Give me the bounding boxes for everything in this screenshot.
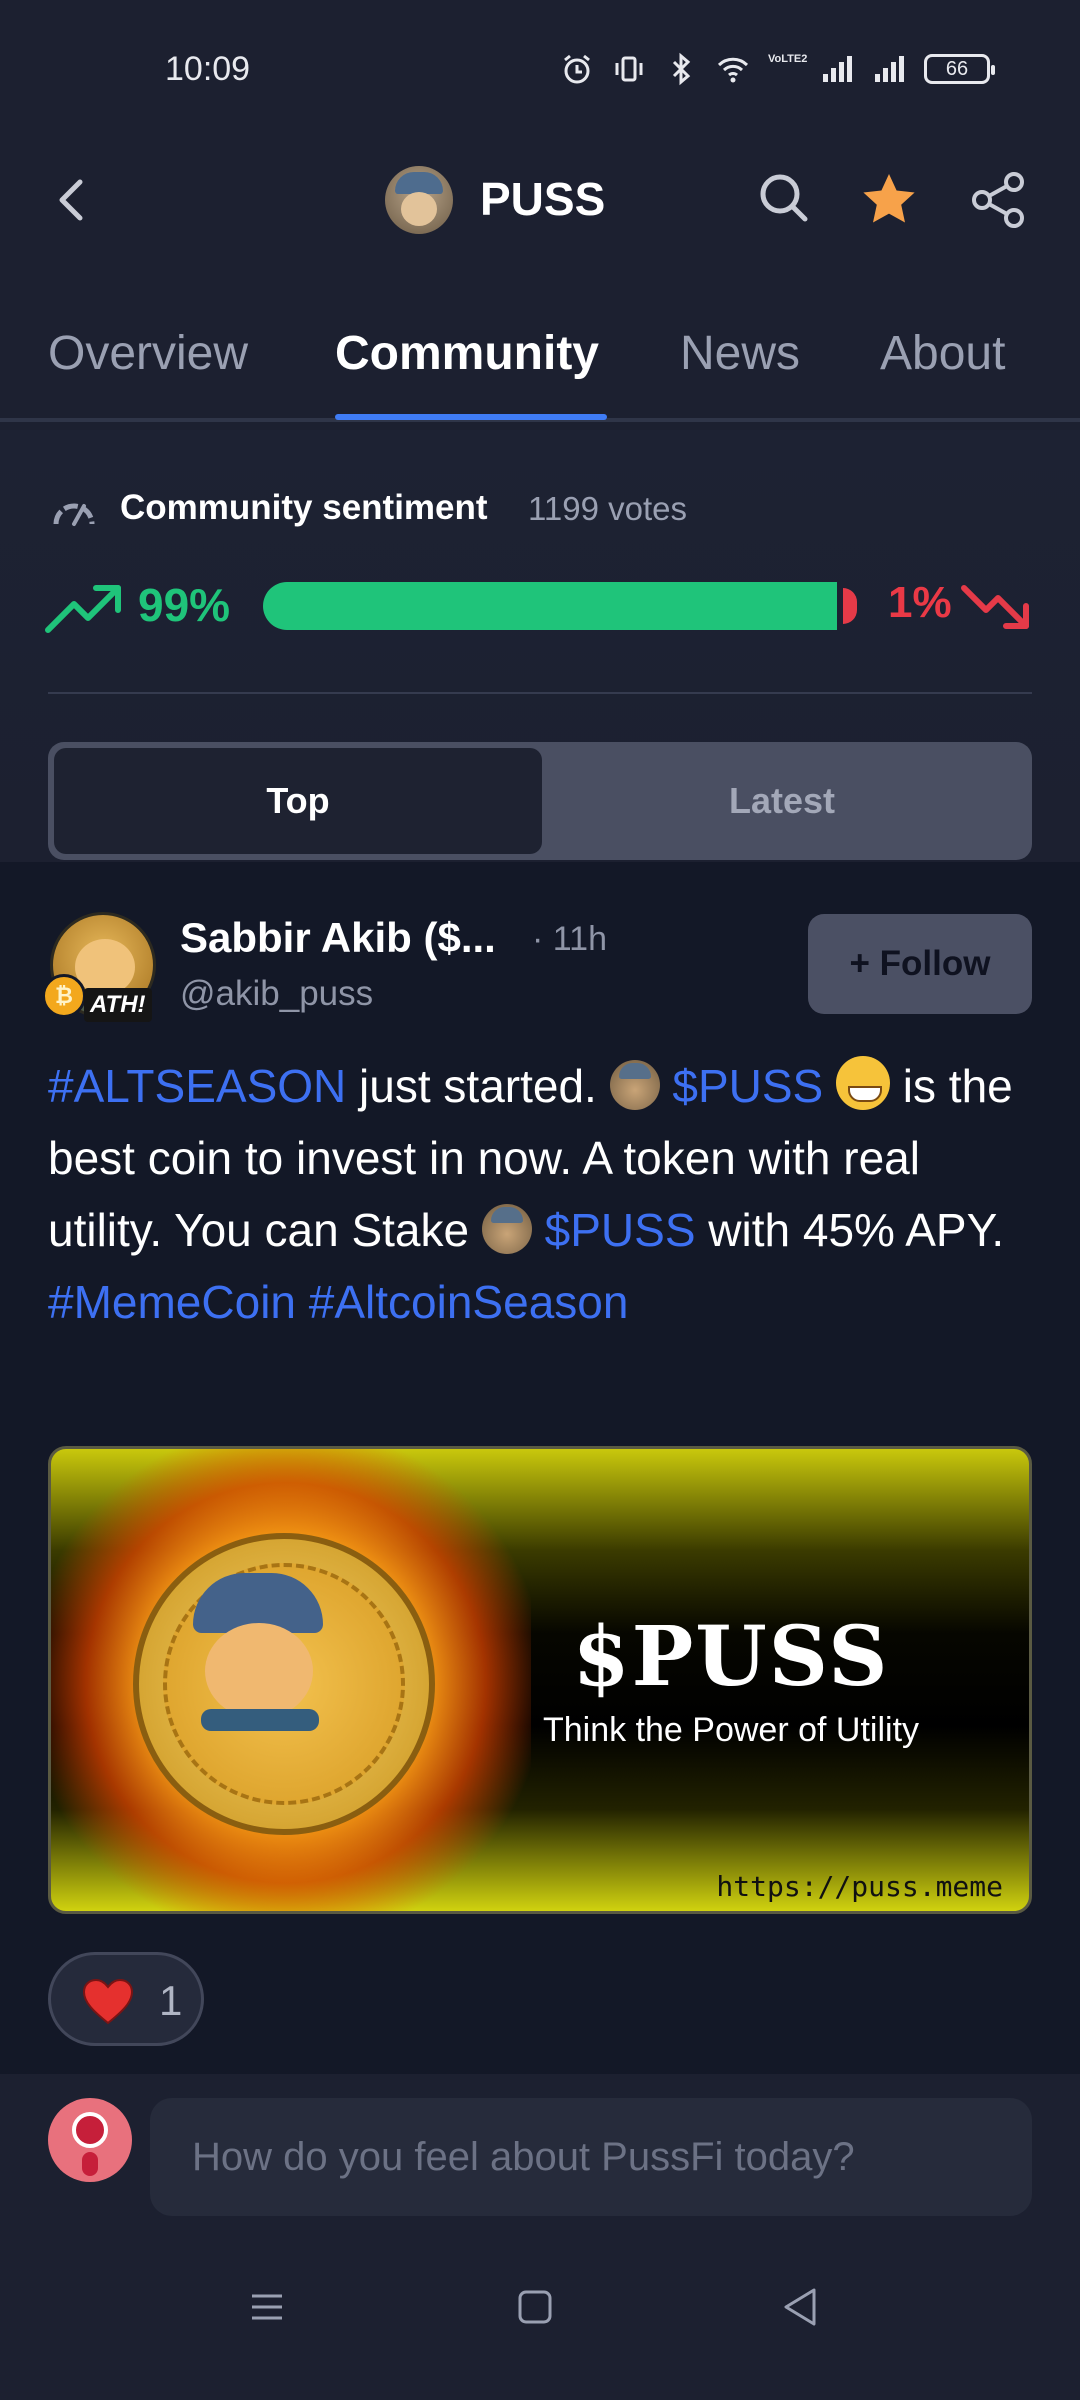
battery-icon: 66 <box>924 54 995 84</box>
status-time: 10:09 <box>165 50 251 88</box>
bluetooth-icon <box>672 52 691 86</box>
tab-about[interactable]: About <box>880 326 1005 381</box>
grinning-cat-emoji-icon <box>836 1056 891 1110</box>
ticker-puss[interactable]: $PUSS <box>672 1060 823 1112</box>
volte-icon: VoLTE2 <box>768 53 808 65</box>
tab-overview[interactable]: Overview <box>48 326 248 381</box>
coin-logo <box>385 166 453 234</box>
status-bar: 10:09 VoLTE2 66 <box>0 0 1080 140</box>
page-title: PUSS <box>480 173 606 225</box>
gauge-icon <box>53 503 95 526</box>
signal-icon <box>823 56 852 82</box>
tab-bar: Overview Community News About <box>0 318 1080 422</box>
author-name[interactable]: Sabbir Akib ($... <box>180 914 496 962</box>
ticker-puss[interactable]: $PUSS <box>545 1204 696 1256</box>
hashtag-altseason[interactable]: #ALTSEASON <box>48 1060 346 1112</box>
feed-toggle: Top Latest <box>48 742 1032 860</box>
post-text-part: just started. <box>346 1060 610 1112</box>
recent-apps-icon[interactable] <box>248 2288 286 2326</box>
puss-token-icon <box>609 1060 660 1110</box>
post-card: ₿ ATH! Sabbir Akib ($... · 11h @akib_pus… <box>0 862 1080 2074</box>
status-icons: VoLTE2 66 <box>560 52 995 86</box>
image-title: $PUSS <box>572 1609 890 1705</box>
bitcoin-badge-icon: ₿ <box>42 974 86 1018</box>
like-count: 1 <box>159 1977 183 2024</box>
image-url: https://puss.meme <box>716 1870 1003 1903</box>
sentiment-bar <box>263 582 863 630</box>
trend-down-icon <box>961 585 1029 629</box>
toggle-top[interactable]: Top <box>54 748 542 854</box>
comment-input[interactable] <box>150 2098 1032 2216</box>
divider <box>48 692 1032 694</box>
hashtag-altcoinseason[interactable]: #AltcoinSeason <box>309 1276 629 1328</box>
follow-button[interactable]: + Follow <box>808 914 1032 1014</box>
vibrate-icon <box>615 56 643 82</box>
trend-up-icon <box>45 585 121 633</box>
post-text: #ALTSEASON just started. $PUSS is the be… <box>48 1050 1038 1338</box>
tab-news[interactable]: News <box>680 326 800 381</box>
bullish-bar <box>263 582 837 630</box>
signal-icon-2 <box>875 56 904 82</box>
post-image[interactable]: $PUSS Think the Power of Utility https:/… <box>48 1446 1032 1914</box>
puss-token-icon <box>481 1204 532 1254</box>
system-nav-bar <box>0 2224 1080 2400</box>
community-sentiment: Community sentiment 1199 votes 99% 1% To… <box>0 430 1080 860</box>
sentiment-votes: 1199 votes <box>528 490 688 527</box>
back-arrow-icon[interactable] <box>48 170 98 230</box>
share-icon[interactable] <box>968 170 1028 230</box>
active-tab-indicator <box>335 414 607 420</box>
bearish-bar <box>843 588 857 624</box>
post-time: · 11h <box>532 920 607 958</box>
ath-badge: ATH! <box>84 988 152 1022</box>
toggle-latest[interactable]: Latest <box>538 748 1026 854</box>
coin-header: PUSS <box>0 140 1080 260</box>
image-subtitle: Think the Power of Utility <box>542 1711 920 1749</box>
author-handle[interactable]: @akib_puss <box>180 974 373 1014</box>
hashtag-memecoin[interactable]: #MemeCoin <box>48 1276 296 1328</box>
heart-icon <box>82 1978 134 2025</box>
tab-community[interactable]: Community <box>335 326 599 381</box>
home-icon[interactable] <box>516 2288 554 2326</box>
bearish-percent: 1% <box>888 578 952 627</box>
bullish-percent: 99% <box>138 579 231 631</box>
like-button[interactable]: 1 <box>48 1952 204 2046</box>
comment-composer <box>0 2074 1080 2224</box>
user-avatar[interactable] <box>48 2098 132 2182</box>
search-icon[interactable] <box>756 170 812 226</box>
puss-coin-image <box>133 1533 435 1835</box>
alarm-icon <box>564 54 590 84</box>
nav-back-icon[interactable] <box>780 2286 820 2328</box>
post-text-part: with 45% APY. <box>695 1204 1005 1256</box>
wifi-icon <box>717 57 749 83</box>
star-icon[interactable] <box>860 170 918 228</box>
sentiment-label: Community sentiment <box>120 488 488 527</box>
